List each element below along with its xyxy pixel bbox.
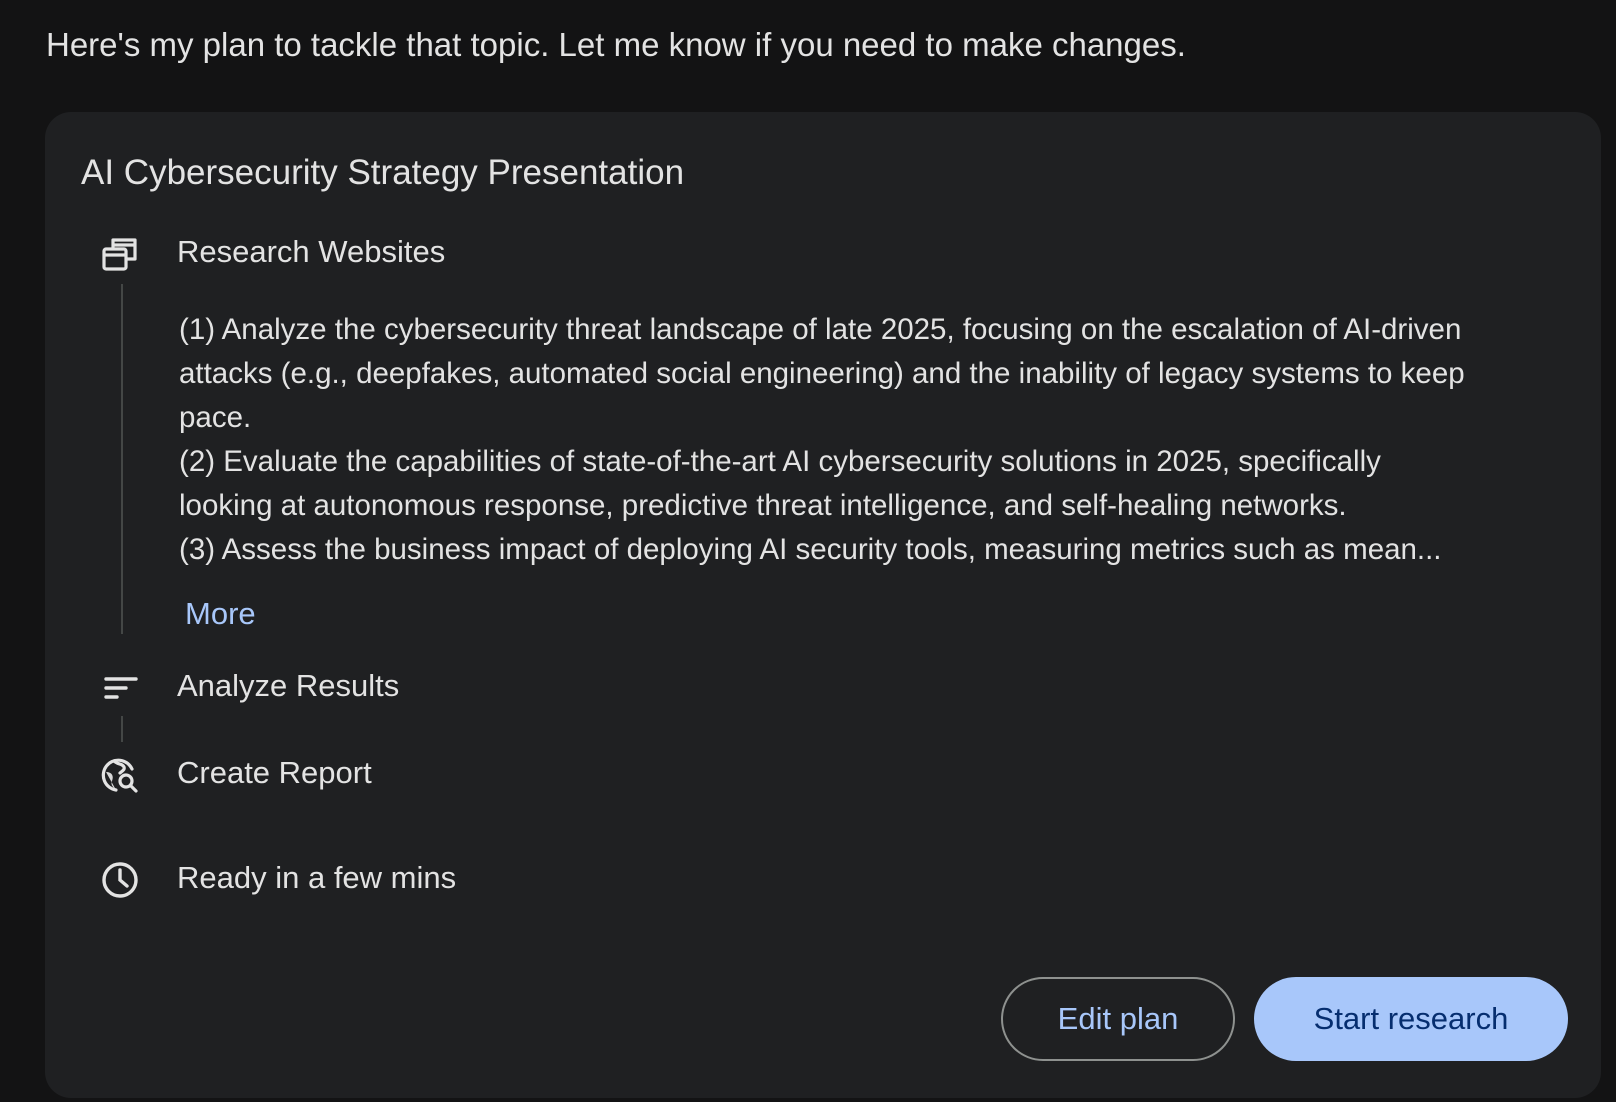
edit-plan-button[interactable]: Edit plan [1001,977,1235,1061]
clock-icon [98,858,142,902]
research-step-line: (3) Assess the business impact of deploy… [179,533,1442,566]
timeline-connector [121,716,123,742]
intro-message: Here's my plan to tackle that topic. Let… [46,26,1186,63]
research-steps-description: (1) Analyze the cybersecurity threat lan… [179,308,1569,572]
research-plan-card: AI Cybersecurity Strategy Presentation R… [45,112,1601,1098]
globe-search-icon [98,753,142,797]
research-step-line: (1) Analyze the cybersecurity threat lan… [179,313,1462,346]
sort-lines-icon [98,666,142,710]
research-step-line: attacks (e.g., deepfakes, automated soci… [179,357,1465,390]
plan-title: AI Cybersecurity Strategy Presentation [81,153,685,192]
more-link[interactable]: More [185,594,256,634]
research-step-line: (2) Evaluate the capabilities of state-o… [179,445,1381,478]
step-research-websites: Research Websites [177,234,446,269]
research-step-line: pace. [179,401,252,434]
research-step-line: looking at autonomous response, predicti… [179,489,1347,522]
step-create-report: Create Report [177,755,372,790]
eta-text: Ready in a few mins [177,860,457,895]
browser-windows-icon [98,232,142,276]
step-analyze-results: Analyze Results [177,668,400,703]
start-research-button[interactable]: Start research [1254,977,1568,1061]
timeline-connector [121,284,123,634]
